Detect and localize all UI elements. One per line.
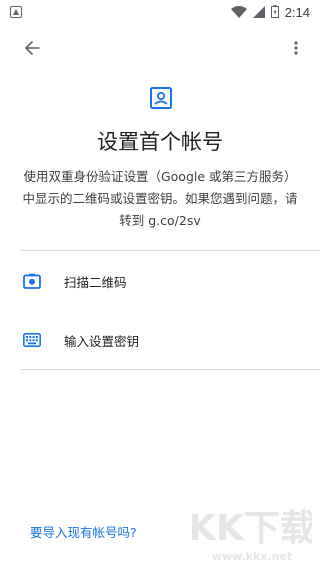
status-bar: 2:14: [0, 0, 320, 24]
enter-key-option[interactable]: 输入设置密钥: [0, 320, 320, 360]
account-box-icon: [149, 86, 173, 110]
camera-icon: [22, 271, 42, 291]
import-accounts-link[interactable]: 要导入现有帐号吗?: [30, 522, 137, 541]
scan-qr-option[interactable]: 扫描二维码: [0, 261, 320, 301]
battery-icon: [270, 3, 279, 22]
scan-qr-label: 扫描二维码: [64, 274, 127, 290]
watermark-main: KK下载: [192, 508, 312, 549]
watermark-logo: KK下载 www.kkx.net: [188, 496, 316, 566]
wifi-icon: [230, 3, 247, 22]
app-bar: [0, 28, 320, 68]
status-time: 2:14: [284, 4, 310, 20]
more-vert-icon: [294, 41, 298, 55]
enter-key-label: 输入设置密钥: [64, 333, 140, 349]
arrow-back-icon: [25, 41, 40, 55]
divider-top: [20, 250, 320, 251]
description-line-1: 使用双重身份验证设置（Google 或第三方服务）: [23, 169, 297, 184]
watermark-sub: www.kkx.net: [212, 550, 292, 563]
keyboard-icon: [22, 330, 42, 350]
page-title: 设置首个帐号: [97, 130, 223, 154]
description-line-3: 转到 g.co/2sv: [119, 213, 201, 228]
notification-icon: [10, 3, 22, 22]
description: 使用双重身份验证设置（Google 或第三方服务） 中显示的二维码或设置密钥。如…: [22, 166, 298, 232]
back-button[interactable]: [20, 36, 44, 60]
signal-icon: [252, 3, 265, 22]
more-options-button[interactable]: [286, 36, 306, 60]
divider-bottom: [20, 369, 320, 370]
description-line-2: 中显示的二维码或设置密钥。如果您遇到问题，请: [22, 191, 298, 206]
